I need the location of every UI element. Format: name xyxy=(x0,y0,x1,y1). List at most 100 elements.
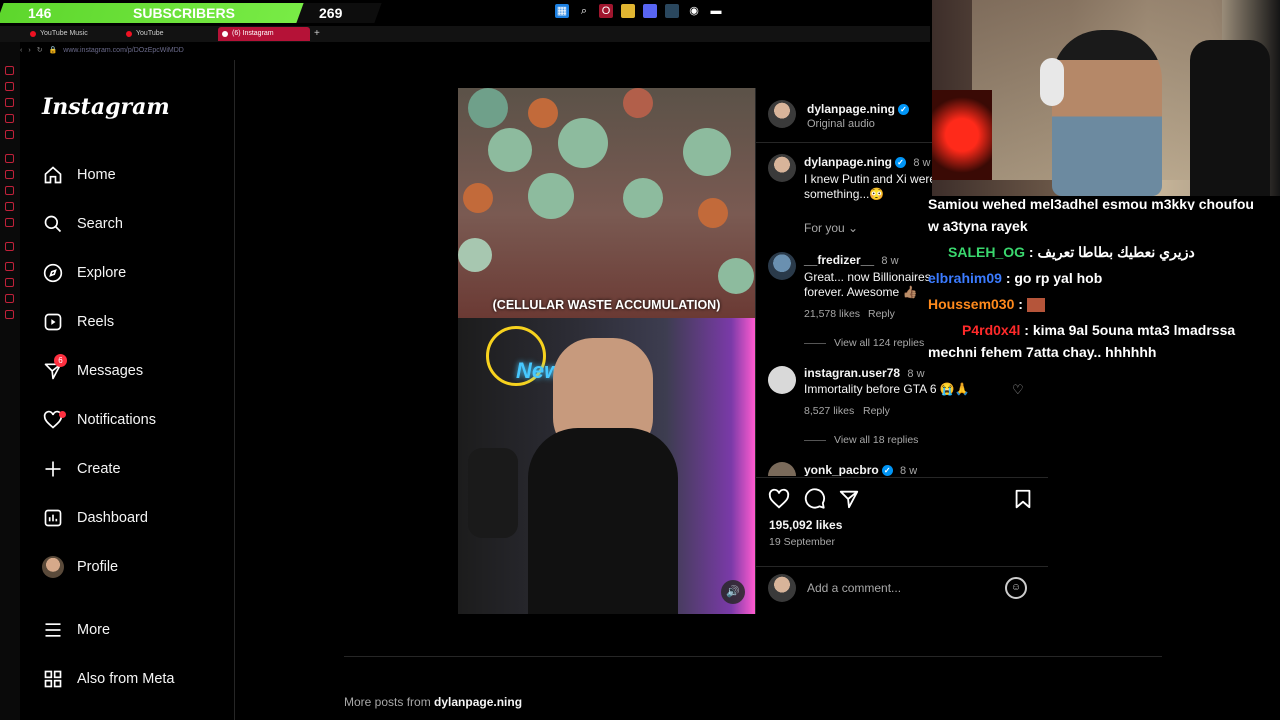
reply-button[interactable]: Reply xyxy=(868,308,895,320)
windows-icon[interactable]: ▦ xyxy=(555,4,569,18)
comment-avatar[interactable] xyxy=(768,366,796,394)
lock-icon: 🔒 xyxy=(48,47,58,54)
obs-icon[interactable]: ◉ xyxy=(687,4,701,18)
stream-chat-overlay: Samiou wehed mel3adhel esmou m3kky chouf… xyxy=(928,196,1273,366)
subscriber-goal-bar: 146 SUBSCRIBERS 269 xyxy=(0,0,382,28)
sidebar-app-icon[interactable] xyxy=(5,294,14,303)
comment-composer: Add a comment... ☺ xyxy=(755,566,1048,614)
instagram-logo[interactable]: Instagram xyxy=(42,94,170,120)
nav-more[interactable]: More xyxy=(42,615,110,645)
author-avatar[interactable] xyxy=(768,100,796,128)
sidebar-app-icon[interactable] xyxy=(5,202,14,211)
cell-shape xyxy=(623,178,663,218)
sidebar-app-icon[interactable] xyxy=(5,82,14,91)
verified-icon: ✓ xyxy=(895,157,907,169)
terminal-icon[interactable]: ▬ xyxy=(709,4,723,18)
comment-username[interactable]: dylanpage.ning ✓ 8 w xyxy=(804,155,930,169)
reload-icon[interactable]: ↻ xyxy=(37,47,43,54)
nav-also-from-meta[interactable]: Also from Meta xyxy=(42,664,175,694)
tab-instagram[interactable]: (6) Instagram xyxy=(218,27,310,41)
bookmark-icon[interactable] xyxy=(1012,488,1034,516)
address-bar[interactable]: ‹ › ↻ 🔒 www.instagram.com/p/DOzEpcWiMDD xyxy=(20,44,530,58)
chat-line: mechni fehem 7atta chay.. hhhhhh xyxy=(928,344,1157,360)
like-count[interactable]: 195,092 likes xyxy=(769,518,842,532)
nav-dashboard[interactable]: Dashboard xyxy=(42,503,148,533)
sidebar-app-icon[interactable] xyxy=(5,114,14,123)
sidebar-app-icon[interactable] xyxy=(5,98,14,107)
nav-messages[interactable]: 6 Messages xyxy=(42,354,143,386)
nav-profile[interactable]: Profile xyxy=(42,552,118,582)
sidebar-app-icon[interactable] xyxy=(5,278,14,287)
sidebar-app-icon[interactable] xyxy=(5,154,14,163)
tab-youtube[interactable]: YouTube xyxy=(122,27,214,41)
add-comment-input[interactable]: Add a comment... xyxy=(807,581,901,595)
video-caption: (CELLULAR WASTE ACCUMULATION) xyxy=(492,298,721,312)
cell-shape xyxy=(558,118,608,168)
back-icon[interactable]: ‹ xyxy=(20,47,22,54)
sidebar-app-icon[interactable] xyxy=(5,130,14,139)
mute-toggle-button[interactable]: 🔊 xyxy=(721,580,745,604)
comment-avatar[interactable] xyxy=(768,252,796,280)
sidebar-app-icon[interactable] xyxy=(5,310,14,319)
sidebar-app-icon[interactable] xyxy=(5,186,14,195)
folder-icon[interactable] xyxy=(621,4,635,18)
avatar-icon xyxy=(42,556,64,578)
comment-likes[interactable]: 21,578 likes xyxy=(804,308,860,320)
comment-username[interactable]: yonk_pacbro ✓ 8 w xyxy=(804,463,917,476)
messages-badge: 6 xyxy=(54,354,67,367)
forward-icon[interactable]: › xyxy=(28,47,30,54)
presenter-hoodie xyxy=(528,428,678,614)
comment-like-icon[interactable]: ♡ xyxy=(1012,382,1024,398)
plus-icon xyxy=(42,458,64,480)
comment-text: forever. Awesome 👍🏽 xyxy=(804,285,918,299)
sidebar-app-icon[interactable] xyxy=(5,242,14,251)
opera-icon[interactable]: O xyxy=(599,4,613,18)
like-icon[interactable] xyxy=(768,488,790,516)
comment-username[interactable]: __fredizer__ 8 w xyxy=(804,253,899,267)
sort-comments-dropdown[interactable]: For you ⌄ xyxy=(804,221,858,235)
microphone xyxy=(468,448,518,538)
comment-icon[interactable] xyxy=(804,488,826,516)
nav-notifications[interactable]: Notifications xyxy=(42,405,156,435)
post-video[interactable]: (CELLULAR WASTE ACCUMULATION) New DADD 🔊 xyxy=(458,88,755,614)
dashboard-icon xyxy=(42,507,64,529)
cell-shape xyxy=(528,98,558,128)
nav-home[interactable]: Home xyxy=(42,160,116,190)
reply-button[interactable]: Reply xyxy=(863,405,890,417)
share-icon[interactable] xyxy=(838,488,860,516)
comment-text: something...😳 xyxy=(804,187,885,201)
author-username[interactable]: dylanpage.ning ✓ xyxy=(807,102,910,116)
comment-avatar[interactable] xyxy=(768,154,796,182)
steam-icon[interactable] xyxy=(665,4,679,18)
more-posts-user-link[interactable]: dylanpage.ning xyxy=(434,695,522,709)
comment-text: I knew Putin and Xi were xyxy=(804,172,937,186)
nav-search[interactable]: Search xyxy=(42,209,123,239)
view-replies-button[interactable]: View all 18 replies xyxy=(804,434,918,446)
chat-line: w a3tyna rayek xyxy=(928,218,1028,234)
browser-sidebar xyxy=(0,26,20,720)
tab-bar: YouTube Music YouTube (6) Instagram + xyxy=(0,26,930,42)
chat-line: SALEH_OG : دزيري نعطيك بطاطا تعريف xyxy=(948,244,1195,260)
chat-line: Houssem030 : xyxy=(928,296,1045,313)
youtube-icon xyxy=(126,31,132,37)
chat-line: P4rd0x4l : kima 9al 5ouna mta3 lmadrssa xyxy=(962,322,1236,338)
cell-shape xyxy=(623,88,653,118)
view-replies-button[interactable]: View all 124 replies xyxy=(804,337,924,349)
divider xyxy=(755,477,1048,478)
nav-reels[interactable]: Reels xyxy=(42,307,114,337)
sidebar-app-icon[interactable] xyxy=(5,218,14,227)
discord-icon[interactable] xyxy=(643,4,657,18)
sidebar-app-icon[interactable] xyxy=(5,262,14,271)
nav-explore[interactable]: Explore xyxy=(42,258,126,288)
audio-label[interactable]: Original audio xyxy=(807,118,875,130)
new-tab-button[interactable]: + xyxy=(312,27,324,41)
search-icon[interactable]: ⌕ xyxy=(577,4,591,18)
comment-likes[interactable]: 8,527 likes xyxy=(804,405,854,417)
taskbar: ▦ ⌕ O ◉ ▬ xyxy=(555,4,723,22)
sidebar-app-icon[interactable] xyxy=(5,170,14,179)
nav-create[interactable]: Create xyxy=(42,454,121,484)
tab-youtube-music[interactable]: YouTube Music xyxy=(26,27,118,41)
emoji-icon[interactable]: ☺ xyxy=(1005,577,1027,599)
sidebar-app-icon[interactable] xyxy=(5,66,14,75)
comment-username[interactable]: instagran.user78 8 w xyxy=(804,366,925,380)
